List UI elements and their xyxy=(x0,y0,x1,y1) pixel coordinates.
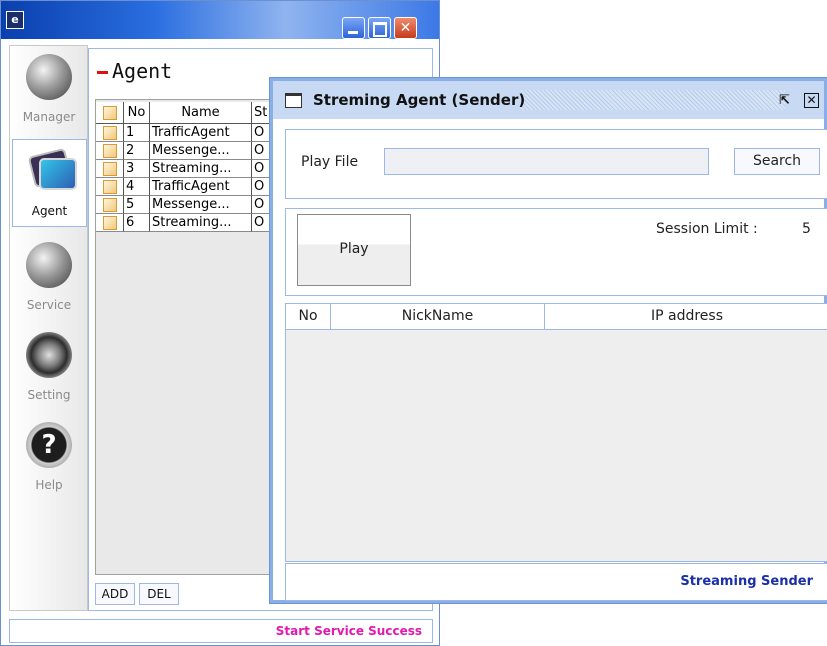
row-name: TrafficAgent xyxy=(150,178,252,196)
restore-icon[interactable]: ⇱ xyxy=(779,94,793,108)
column-header-name[interactable]: Name xyxy=(150,102,252,124)
row-no: 6 xyxy=(124,214,150,232)
play-control-section: Play Session Limit : 5 xyxy=(285,208,827,296)
app-icon[interactable]: e xyxy=(6,11,24,29)
maximize-button[interactable] xyxy=(368,17,391,39)
gear-icon xyxy=(26,332,72,378)
checkbox-icon[interactable] xyxy=(103,162,117,176)
stream-status-text: Streaming Sender xyxy=(680,574,813,589)
dialog-titlebar[interactable]: Streming Agent (Sender) ⇱ ✕ xyxy=(273,81,824,119)
row-no: 5 xyxy=(124,196,150,214)
row-no: 4 xyxy=(124,178,150,196)
sidebar-item-setting[interactable]: Setting xyxy=(10,324,88,412)
sidebar-item-label: Manager xyxy=(22,110,76,124)
checkbox-icon[interactable] xyxy=(103,216,117,230)
column-header-nickname[interactable]: NickName xyxy=(331,304,545,330)
row-name: Streaming... xyxy=(150,160,252,178)
row-checkbox[interactable] xyxy=(96,214,124,232)
checkbox-icon[interactable] xyxy=(103,198,117,212)
minimize-button[interactable] xyxy=(342,17,365,39)
row-no: 3 xyxy=(124,160,150,178)
session-limit-label: Session Limit : xyxy=(656,221,758,237)
close-button[interactable] xyxy=(394,17,417,39)
sidebar-item-manager[interactable]: Manager xyxy=(10,46,88,134)
row-no: 1 xyxy=(124,124,150,142)
title-bar-icon xyxy=(97,71,108,74)
checkbox-icon[interactable] xyxy=(103,126,117,140)
sidebar-item-label: Help xyxy=(35,478,63,492)
agent-title-text: Agent xyxy=(112,59,173,83)
play-file-input[interactable] xyxy=(384,148,709,175)
play-file-label: Play File xyxy=(301,154,359,170)
column-header-ip-address[interactable]: IP address xyxy=(545,304,827,330)
dialog-status-bar: Streaming Sender xyxy=(285,563,827,601)
row-checkbox[interactable] xyxy=(96,196,124,214)
screens-icon xyxy=(27,147,77,194)
sidebar-item-label: Service xyxy=(26,298,72,312)
session-limit-value: 5 xyxy=(802,221,811,237)
sidebar: Manager Agent Service Setting ? Help xyxy=(9,45,88,611)
checkbox-icon[interactable] xyxy=(103,144,117,158)
row-name: Streaming... xyxy=(150,214,252,232)
dialog-title: Streming Agent (Sender) xyxy=(313,91,526,109)
row-name: Messenge... xyxy=(150,196,252,214)
header-select-all[interactable] xyxy=(96,102,124,124)
row-checkbox[interactable] xyxy=(96,178,124,196)
row-checkbox[interactable] xyxy=(96,124,124,142)
sidebar-item-agent[interactable]: Agent xyxy=(12,139,87,227)
column-header-no[interactable]: No xyxy=(124,102,150,124)
sidebar-item-label: Setting xyxy=(27,388,71,402)
device-globe-icon xyxy=(26,242,72,288)
checkbox-icon[interactable] xyxy=(103,106,117,120)
main-titlebar[interactable]: e xyxy=(1,1,439,39)
globe-icon xyxy=(26,54,72,100)
agent-title: Agent xyxy=(97,59,172,93)
row-name: Messenge... xyxy=(150,142,252,160)
window-icon xyxy=(285,93,302,108)
search-button[interactable]: Search xyxy=(734,148,820,175)
dialog-close-icon[interactable]: ✕ xyxy=(804,93,819,108)
row-checkbox[interactable] xyxy=(96,160,124,178)
main-status-bar: Start Service Success xyxy=(9,619,433,643)
checkbox-icon[interactable] xyxy=(103,180,117,194)
session-list[interactable]: No NickName IP address xyxy=(285,303,827,562)
sidebar-item-help[interactable]: ? Help xyxy=(10,414,88,502)
sidebar-item-label: Agent xyxy=(31,204,68,218)
help-icon: ? xyxy=(26,422,72,468)
column-header-no[interactable]: No xyxy=(286,304,331,330)
row-checkbox[interactable] xyxy=(96,142,124,160)
row-name: TrafficAgent xyxy=(150,124,252,142)
del-button[interactable]: DEL xyxy=(139,583,179,605)
row-no: 2 xyxy=(124,142,150,160)
titlebar-grip xyxy=(521,90,785,110)
sidebar-item-service[interactable]: Service xyxy=(10,234,88,322)
add-button[interactable]: ADD xyxy=(95,583,135,605)
streaming-agent-dialog: Streming Agent (Sender) ⇱ ✕ Play File Se… xyxy=(270,78,827,603)
play-button[interactable]: Play xyxy=(297,214,411,286)
play-file-section: Play File Search xyxy=(285,129,827,199)
